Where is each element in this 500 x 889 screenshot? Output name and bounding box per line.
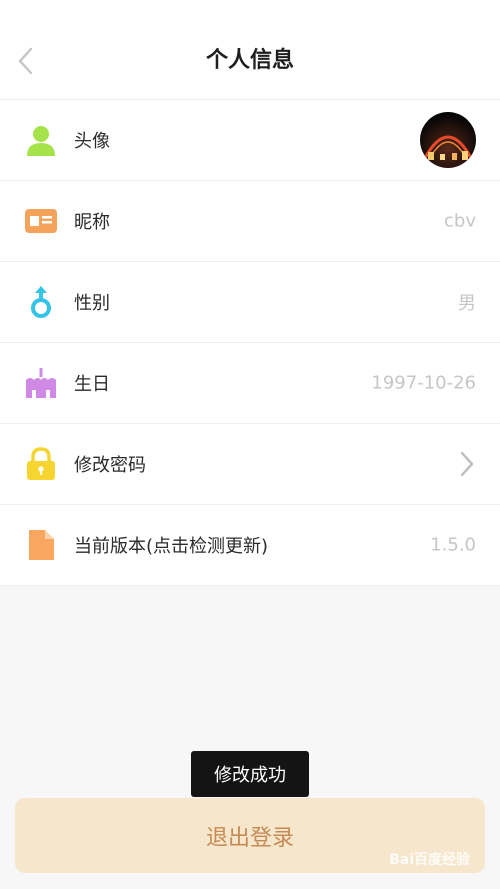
- birthday-cake-icon: [24, 366, 58, 400]
- row-label-avatar: 头像: [74, 131, 110, 152]
- lock-icon: [24, 447, 58, 481]
- row-gender[interactable]: 性别 男: [0, 262, 500, 343]
- row-label-change-password: 修改密码: [74, 455, 146, 476]
- row-label-nickname: 昵称: [74, 212, 110, 233]
- row-label-birthday: 生日: [74, 374, 110, 395]
- row-label-version: 当前版本(点击检测更新): [74, 536, 269, 557]
- watermark: Bai百度经验: [389, 852, 470, 868]
- chevron-right-icon: [460, 451, 474, 477]
- birthday-value: 1997-10-26: [371, 372, 476, 394]
- row-birthday[interactable]: 生日 1997-10-26: [0, 343, 500, 424]
- toast-message: 修改成功: [191, 751, 309, 797]
- row-nickname[interactable]: 昵称 cbv: [0, 181, 500, 262]
- gender-value: 男: [458, 293, 476, 314]
- row-change-password[interactable]: 修改密码: [0, 424, 500, 505]
- nickname-value: cbv: [444, 210, 476, 232]
- version-value: 1.5.0: [430, 534, 476, 556]
- page-title: 个人信息: [205, 48, 294, 73]
- row-label-gender: 性别: [74, 293, 110, 314]
- document-icon: [24, 528, 58, 562]
- profile-list: 头像 昵称 cbv 性别 男 生日 1997-10-26 修改密码 当前版本(点…: [0, 100, 500, 586]
- user-icon: [24, 123, 58, 157]
- avatar[interactable]: [420, 112, 476, 168]
- row-avatar[interactable]: 头像: [0, 100, 500, 181]
- gender-icon: [24, 285, 58, 319]
- id-card-icon: [24, 204, 58, 238]
- row-version[interactable]: 当前版本(点击检测更新) 1.5.0: [0, 505, 500, 586]
- navigation-bar: 个人信息: [0, 0, 500, 100]
